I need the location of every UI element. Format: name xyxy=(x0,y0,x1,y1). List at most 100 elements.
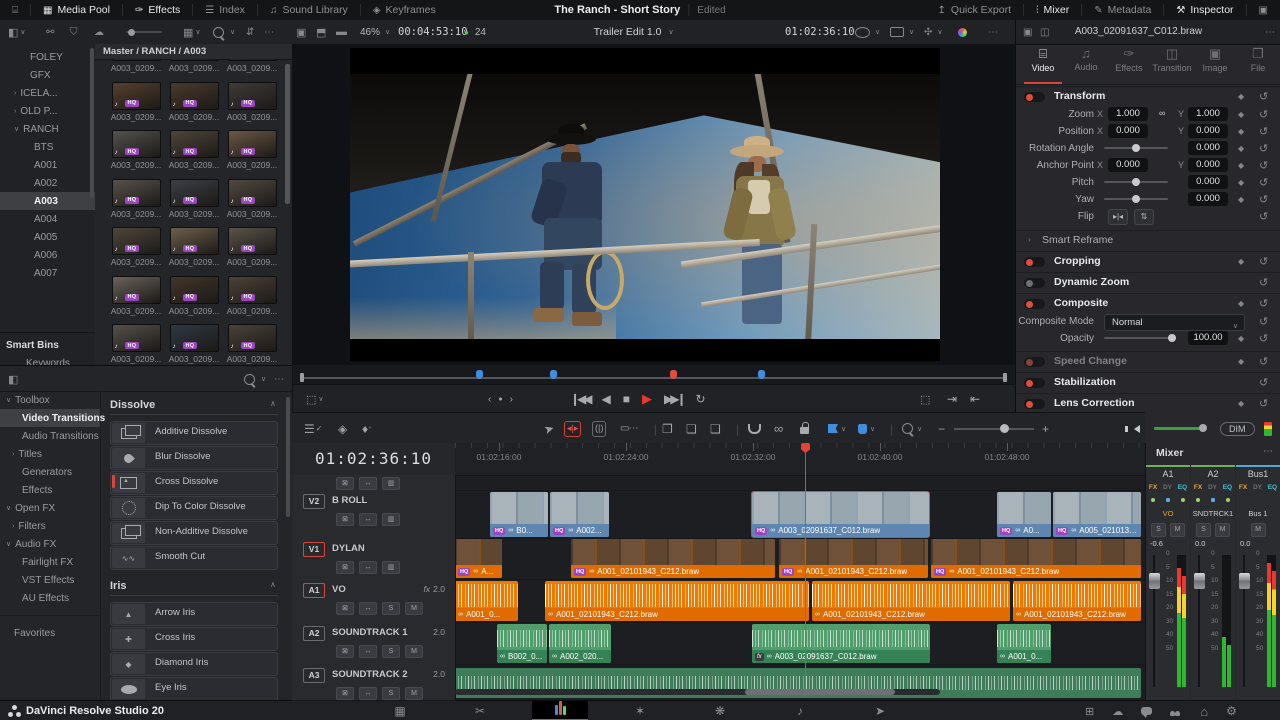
effect-item-diamond-iris[interactable]: ◆ Diamond Iris xyxy=(110,652,278,676)
effect-item-non-additive-dissolve[interactable]: Non-Additive Dissolve xyxy=(110,521,278,545)
solo-button[interactable]: S xyxy=(382,645,400,658)
media-clip[interactable]: ♪HQA003_0209... xyxy=(108,81,164,122)
value-y-input[interactable]: 0.000 xyxy=(1188,124,1228,138)
index-button[interactable]: ☰ Index xyxy=(193,0,257,20)
timeline-clip-a1[interactable]: ∞ A001_02101943_C212.braw xyxy=(545,581,809,621)
fx-button[interactable]: FX xyxy=(1194,484,1202,491)
chat-icon[interactable] xyxy=(1141,707,1153,718)
track-header-a3[interactable]: A3 SOUNDTRACK 2 2.0 ⊠ ↔ S M xyxy=(292,664,456,701)
value-y-input[interactable]: 1.000 xyxy=(1188,107,1228,121)
trim-edit-mode-button[interactable]: ◂|▸ xyxy=(564,413,582,444)
viewer-scrubber[interactable] xyxy=(300,368,1007,384)
step-back-button[interactable]: ◀ xyxy=(602,392,611,406)
timeline-ruler[interactable]: 01:02:16:00 01:02:24:00 01:02:32:00 01:02:4… xyxy=(455,443,1145,476)
reset-icon[interactable]: ↺ xyxy=(1259,159,1268,172)
reset-icon[interactable]: ↺ xyxy=(1259,108,1268,121)
mute-button[interactable]: M xyxy=(1250,523,1266,537)
page-edit-button[interactable] xyxy=(532,701,588,720)
slider-handle[interactable] xyxy=(1168,334,1176,342)
toggle-speed-change[interactable] xyxy=(1024,357,1045,367)
keyframe-icon[interactable]: ◆ xyxy=(1238,161,1244,170)
effects-tree-item-filters[interactable]: › Filters xyxy=(0,517,100,535)
stacked-timeline-button[interactable]: ◈ xyxy=(338,413,347,444)
filmstrip-icon[interactable]: ▥ xyxy=(382,561,400,574)
eq-button[interactable]: EQ xyxy=(1178,484,1187,491)
effects-tree-item-effects[interactable]: Effects xyxy=(0,481,100,499)
fx-button[interactable]: FX xyxy=(1239,484,1247,491)
mute-button[interactable]: M xyxy=(405,687,423,700)
monitor-volume-slider[interactable] xyxy=(1154,413,1207,444)
eq-button[interactable]: EQ xyxy=(1223,484,1232,491)
marker-blue[interactable] xyxy=(476,370,483,379)
chevron-right-icon[interactable]: › xyxy=(12,451,14,458)
bin-item-bts[interactable]: BTS xyxy=(0,138,95,156)
effects-tree-item-openfx[interactable]: ∨ Open FX xyxy=(0,499,100,517)
gang-control[interactable]: ‹ ● › xyxy=(488,385,513,413)
remote-monitoring-icon[interactable]: ⊞ xyxy=(1085,705,1094,718)
effects-tree-item-videotransitions[interactable]: Video Transitions xyxy=(0,409,105,427)
effects-tree-item-audiotransitions[interactable]: Audio Transitions xyxy=(0,427,100,445)
inspector-options-button[interactable]: ⋯ xyxy=(1265,27,1275,38)
value-input[interactable]: 0.000 xyxy=(1188,141,1228,155)
track-header-a1[interactable]: A1 VO fx 2.0 ⊠ ↔ S M xyxy=(292,579,456,623)
media-clip[interactable]: ♪HQA003_0209... xyxy=(108,227,164,267)
media-scrollbar[interactable] xyxy=(285,64,290,204)
media-clip[interactable]: ♪HQA003_0209... xyxy=(108,59,164,73)
tab-file[interactable]: ❐ File xyxy=(1236,46,1280,73)
resize-button[interactable]: ⬚ xyxy=(920,385,930,413)
track-header-a2[interactable]: A2 SOUNDTRACK 1 2.0 ⊠ ↔ S M xyxy=(292,622,456,665)
section-smart-reframe[interactable]: › Smart Reframe xyxy=(1016,230,1280,251)
insert-clip-button[interactable]: ❐ xyxy=(662,413,673,444)
zoom-in-button[interactable]: + xyxy=(1042,413,1049,444)
snapping-button[interactable] xyxy=(748,413,761,444)
effects-tree-item-favorites[interactable]: Favorites xyxy=(0,624,100,642)
timeline-horizontal-scrollbar[interactable] xyxy=(455,689,940,695)
section-transform[interactable]: Transform ◆ ↺ xyxy=(1016,86,1280,107)
reset-icon[interactable]: ↺ xyxy=(1259,142,1268,155)
timeline-name-select[interactable]: Trailer Edit 1.0 ∨ xyxy=(594,20,674,44)
eq-button[interactable]: EQ xyxy=(1268,484,1277,491)
viewer-zoom-select[interactable]: 46% ∨ xyxy=(360,20,390,44)
selection-mode-button[interactable]: ➤ xyxy=(542,413,556,444)
mask-overlay-button[interactable]: ∨ xyxy=(855,20,880,44)
effects-tree-item-titles[interactable]: › Titles xyxy=(0,445,100,463)
reset-icon[interactable]: ↺ xyxy=(1259,276,1268,289)
effect-item-cross-dissolve[interactable]: Cross Dissolve xyxy=(110,471,278,495)
media-clip[interactable]: ♪HQA003_0209... xyxy=(224,130,280,170)
track-id-v2[interactable]: V2 xyxy=(303,494,325,509)
match-frame-button[interactable]: ⇤ xyxy=(970,385,980,413)
bins-scrollbar[interactable] xyxy=(90,48,94,198)
lock-icon[interactable]: ⊠ xyxy=(336,602,354,615)
position-lock-button[interactable] xyxy=(800,413,809,444)
toggle-lens-correction[interactable] xyxy=(1024,399,1045,409)
flip-vertical-button[interactable]: ⇅ xyxy=(1134,209,1154,225)
timeline-clip-v2[interactable]: HQ ∞ A0... xyxy=(997,492,1051,537)
tab-transition[interactable]: ◫ Transition xyxy=(1150,46,1194,73)
tab-audio[interactable]: ♫ Audio xyxy=(1064,46,1108,72)
mute-button[interactable]: M xyxy=(1215,523,1230,537)
page-cut-button[interactable]: ✂ xyxy=(460,701,500,720)
marker-button[interactable]: ∨ xyxy=(858,413,875,444)
value-input[interactable]: 100.00 xyxy=(1188,331,1228,345)
effects-tree-item-toolbox[interactable]: ∨ Toolbox xyxy=(0,391,100,409)
chevron-down-icon[interactable]: ∨ xyxy=(14,125,19,133)
value-y-input[interactable]: 0.000 xyxy=(1188,158,1228,172)
track-header-v2[interactable]: V2 B ROLL ⊠ ↔ ▥ xyxy=(292,490,456,539)
loop-button[interactable]: ↻ xyxy=(696,392,706,406)
bin-item-foley[interactable]: FOLEY xyxy=(0,48,95,66)
toggle-cropping[interactable] xyxy=(1024,257,1045,267)
project-manager-button[interactable]: ▣ xyxy=(1247,0,1280,20)
keyframe-icon[interactable]: ◆ xyxy=(1238,110,1244,119)
link-icon[interactable]: ∞ xyxy=(1159,108,1165,118)
effects-tree-item-generators[interactable]: Generators xyxy=(0,463,100,481)
dy-button[interactable]: DY xyxy=(1253,484,1262,491)
overwrite-clip-button[interactable]: ❏ xyxy=(686,413,697,444)
replace-clip-button[interactable]: ❑ xyxy=(710,413,721,444)
slider-handle[interactable] xyxy=(1132,195,1140,203)
effect-item-cross-iris[interactable]: ✚ Cross Iris xyxy=(110,627,278,651)
timeline-options-button[interactable]: ☰ ✓ xyxy=(304,413,322,444)
zoom-preset-button[interactable]: ∨ xyxy=(902,413,922,444)
sound-library-button[interactable]: ♫ Sound Library xyxy=(258,0,360,20)
auto-select-icon[interactable]: ↔ xyxy=(359,687,377,700)
search-button[interactable]: ∨ xyxy=(213,20,235,44)
